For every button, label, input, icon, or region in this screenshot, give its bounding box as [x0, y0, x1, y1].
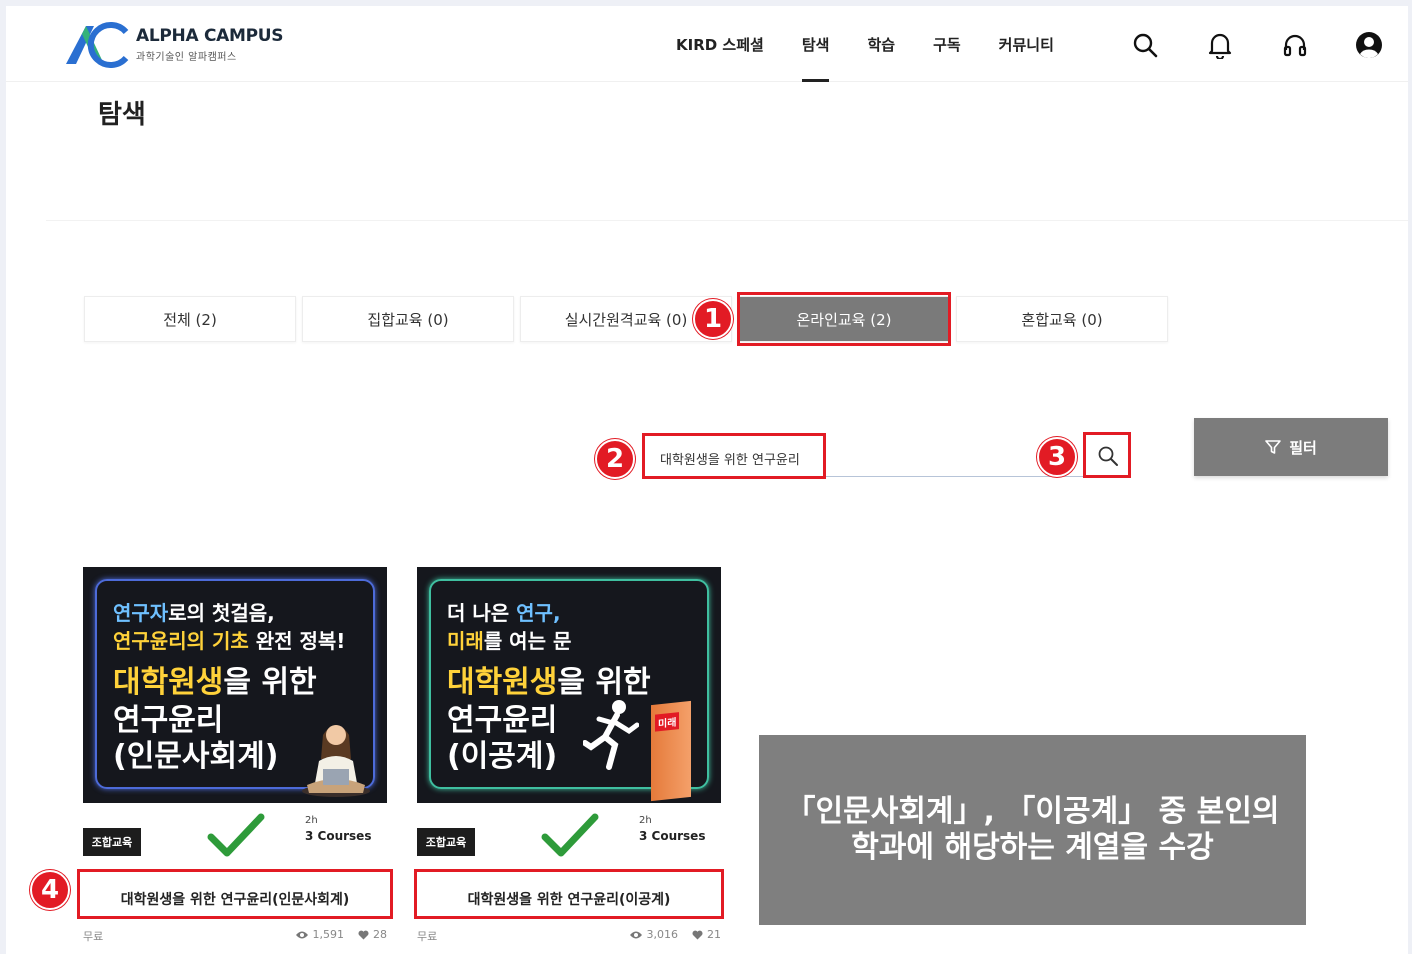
step-badge-3: 3	[1037, 437, 1077, 477]
course-price: 무료	[83, 930, 104, 943]
instruction-note: 「인문사회계」, 「이공계」 중 본인의 학과에 해당하는 계열을 수강	[759, 735, 1306, 925]
course-type-badge: 조합교육	[83, 828, 141, 856]
eye-icon	[629, 931, 642, 938]
step-badge-4: 4	[30, 870, 70, 910]
step-badge-1: 1	[693, 299, 733, 339]
note-line-1: 「인문사회계」, 「이공계」 중 본인의	[785, 794, 1280, 829]
highlight-box-online-tab	[737, 292, 951, 346]
course-hours: 2h	[639, 815, 652, 826]
like-count: 28	[358, 928, 387, 941]
thumb-line-2: 연구윤리의 기초 완전 정복!	[113, 629, 346, 653]
tab-all[interactable]: 전체 (2)	[84, 296, 296, 342]
highlight-box-course-titles	[77, 869, 393, 919]
filter-label: 필터	[1289, 438, 1317, 457]
nav-item-learning[interactable]: 학습	[867, 6, 895, 82]
course-count: 3 Courses	[639, 829, 706, 843]
user-circle-icon[interactable]	[1354, 30, 1384, 60]
highlight-box-search-input	[642, 433, 826, 479]
course-card-humanities[interactable]: 연구자로의 첫걸음, 연구윤리의 기초 완전 정복! 대학원생을 위한 연구윤리…	[83, 567, 387, 863]
heart-icon	[358, 930, 369, 939]
view-count: 1,591	[295, 928, 344, 941]
like-count: 21	[692, 928, 721, 941]
highlight-box-course-title-2	[414, 869, 724, 919]
course-type-badge: 조합교육	[417, 828, 475, 856]
nav-item-subscribe[interactable]: 구독	[933, 6, 961, 82]
door-sign: 미래	[655, 712, 680, 732]
filter-icon	[1265, 440, 1281, 454]
course-card-science[interactable]: 더 나은 연구, 미래를 여는 문 대학원생을 위한 연구윤리 (이공계) 미래…	[417, 567, 721, 863]
course-thumbnail[interactable]: 더 나은 연구, 미래를 여는 문 대학원생을 위한 연구윤리 (이공계) 미래	[417, 567, 721, 803]
brand-logo[interactable]: ALPHA CAMPUS 과학기술인 알파캠퍼스	[64, 20, 284, 70]
door-illustration: 미래	[651, 700, 691, 802]
logo-mark-icon	[66, 22, 129, 68]
brand-subtitle: 과학기술인 알파캠퍼스	[136, 52, 237, 63]
thumb-line-1: 연구자로의 첫걸음,	[113, 601, 275, 625]
eye-icon	[295, 931, 308, 938]
view-count: 3,016	[629, 928, 678, 941]
filter-button[interactable]: 필터	[1194, 418, 1388, 476]
course-thumbnail[interactable]: 연구자로의 첫걸음, 연구윤리의 기초 완전 정복! 대학원생을 위한 연구윤리…	[83, 567, 387, 803]
page-title: 탐색	[98, 100, 146, 130]
thumb-line-5: (인문사회계)	[113, 739, 279, 774]
course-price: 무료	[417, 930, 438, 943]
check-icon	[207, 813, 265, 857]
student-laptop-illustration-icon	[302, 725, 370, 797]
section-divider	[46, 220, 1408, 221]
step-badge-2: 2	[595, 439, 635, 479]
course-meta: 조합교육 2h 3 Courses	[83, 803, 387, 863]
main-nav: KIRD 스페셜 탐색 학습 구독 커뮤니티	[676, 6, 1092, 82]
thumb-line-5: (이공계)	[447, 739, 558, 774]
heart-icon	[692, 930, 703, 939]
course-meta: 조합교육 2h 3 Courses	[417, 803, 721, 863]
headset-icon[interactable]	[1280, 30, 1310, 60]
note-line-2: 학과에 해당하는 계열을 수강	[851, 830, 1214, 865]
nav-item-community[interactable]: 커뮤니티	[999, 6, 1054, 82]
course-stats-science: 무료 3,016 21	[417, 928, 721, 946]
tab-classroom[interactable]: 집합교육 (0)	[302, 296, 514, 342]
brand-name: ALPHA CAMPUS	[136, 26, 284, 46]
check-icon	[541, 813, 599, 857]
thumb-line-2: 미래를 여는 문	[447, 629, 572, 653]
thumb-line-1: 더 나은 연구,	[447, 601, 561, 625]
page: ALPHA CAMPUS 과학기술인 알파캠퍼스 KIRD 스페셜 탐색 학습 …	[6, 6, 1408, 954]
top-header: ALPHA CAMPUS 과학기술인 알파캠퍼스 KIRD 스페셜 탐색 학습 …	[6, 6, 1408, 82]
course-count: 3 Courses	[305, 829, 372, 843]
tab-blended[interactable]: 혼합교육 (0)	[956, 296, 1168, 342]
search-icon[interactable]	[1130, 30, 1160, 60]
nav-item-explore[interactable]: 탐색	[801, 6, 829, 82]
course-hours: 2h	[305, 815, 318, 826]
nav-item-kird-special[interactable]: KIRD 스페셜	[676, 6, 764, 82]
running-person-icon	[583, 700, 639, 770]
bell-icon[interactable]	[1205, 30, 1235, 60]
course-stats-humanities: 무료 1,591 28	[83, 928, 387, 946]
highlight-box-search-button	[1083, 432, 1131, 478]
